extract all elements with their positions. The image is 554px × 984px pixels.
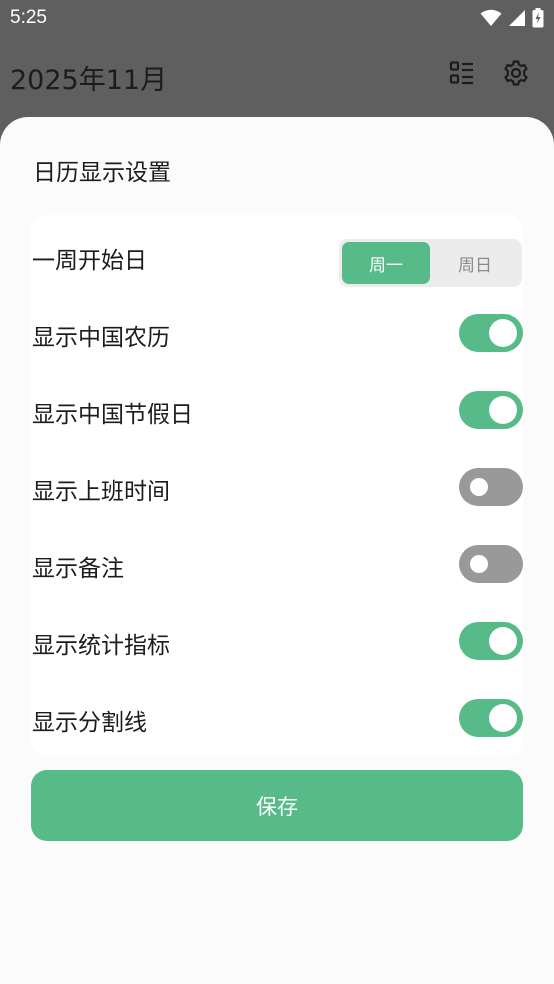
holidays-toggle[interactable]	[459, 391, 523, 429]
toggle-knob	[470, 478, 488, 496]
divider-toggle[interactable]	[459, 699, 523, 737]
setting-row-holidays: 显示中国节假日	[31, 379, 523, 439]
setting-row-statistics: 显示统计指标	[31, 610, 523, 670]
week-start-segmented-control: 周一 周日	[339, 239, 522, 287]
setting-row-lunar: 显示中国农历	[31, 302, 523, 362]
gear-icon	[502, 59, 530, 91]
toggle-knob	[489, 704, 517, 732]
list-view-button[interactable]	[445, 58, 479, 92]
setting-label: 显示上班时间	[32, 479, 170, 505]
calendar-settings-sheet: 日历显示设置 一周开始日 周一 周日 显示中国农历 显示中国节假日 显示上班时间…	[0, 117, 554, 984]
status-icons	[480, 8, 544, 28]
setting-label: 显示备注	[32, 556, 124, 582]
settings-card: 一周开始日 周一 周日 显示中国农历 显示中国节假日 显示上班时间 显示备注 显…	[31, 215, 523, 755]
app-header: 2025年11月	[0, 38, 554, 118]
status-bar: 5:25	[0, 0, 554, 38]
setting-row-divider: 显示分割线	[31, 687, 523, 747]
list-view-icon	[449, 60, 475, 90]
setting-label: 显示中国农历	[32, 325, 170, 351]
sheet-title: 日历显示设置	[33, 160, 171, 186]
signal-icon	[508, 9, 526, 27]
setting-label: 一周开始日	[32, 248, 147, 274]
toggle-knob	[489, 627, 517, 655]
lunar-toggle[interactable]	[459, 314, 523, 352]
segment-monday[interactable]: 周一	[342, 242, 430, 284]
setting-label: 显示分割线	[32, 710, 147, 736]
setting-row-work-hours: 显示上班时间	[31, 456, 523, 516]
toggle-knob	[489, 396, 517, 424]
wifi-icon	[480, 9, 502, 27]
setting-row-notes: 显示备注	[31, 533, 523, 593]
month-title: 2025年11月	[10, 65, 168, 96]
settings-button[interactable]	[499, 58, 533, 92]
segment-sunday[interactable]: 周日	[431, 242, 519, 284]
save-button[interactable]: 保存	[31, 770, 523, 841]
statistics-toggle[interactable]	[459, 622, 523, 660]
setting-row-week-start: 一周开始日 周一 周日	[31, 225, 523, 287]
battery-charging-icon	[532, 8, 544, 28]
status-time: 5:25	[10, 7, 47, 28]
work-hours-toggle[interactable]	[459, 468, 523, 506]
setting-label: 显示统计指标	[32, 633, 170, 659]
toggle-knob	[470, 555, 488, 573]
setting-label: 显示中国节假日	[32, 402, 193, 428]
notes-toggle[interactable]	[459, 545, 523, 583]
toggle-knob	[489, 319, 517, 347]
